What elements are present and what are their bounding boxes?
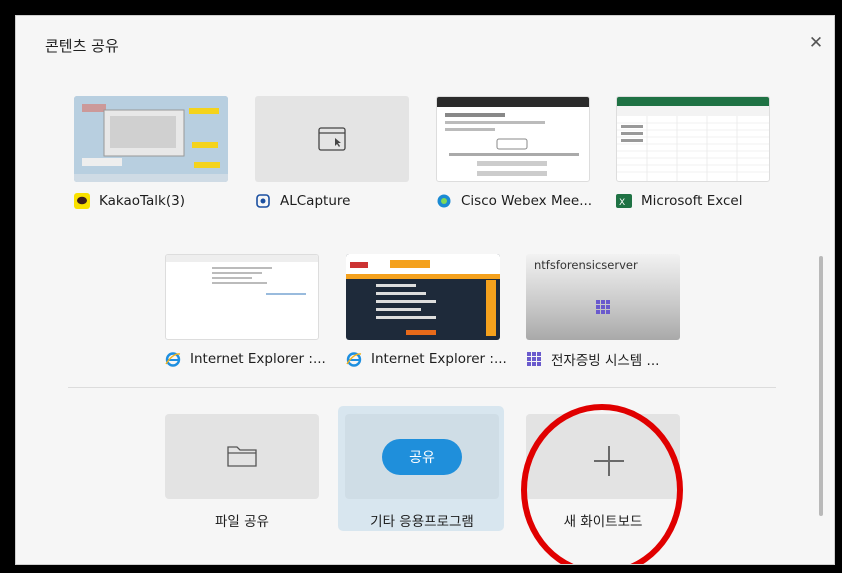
- window-thumbnail: [74, 96, 228, 182]
- folder-icon: [227, 446, 257, 467]
- window-name: KakaoTalk(3): [99, 193, 185, 209]
- share-button[interactable]: 공유: [382, 439, 462, 475]
- svg-text:X: X: [619, 198, 625, 208]
- grid-app-icon: [526, 351, 542, 367]
- share-content-dialog: 콘텐츠 공유 ✕ KakaoTalk(3) ALCapture Cisco We…: [15, 15, 835, 565]
- new-whiteboard-label: 새 화이트보드: [563, 514, 643, 530]
- file-share-label: 파일 공유: [215, 514, 269, 530]
- window-thumbnail: [616, 96, 770, 182]
- section-divider: [68, 387, 776, 388]
- window-label: Cisco Webex Mee...: [436, 191, 592, 211]
- window-label: 전자증빙 시스템 ...: [526, 349, 659, 369]
- window-thumbnail: [436, 96, 590, 182]
- window-label: Internet Explorer :...: [165, 349, 326, 369]
- window-name: 전자증빙 시스템 ...: [551, 353, 660, 369]
- close-icon[interactable]: ✕: [806, 33, 826, 53]
- scrollbar[interactable]: [819, 96, 823, 536]
- window-thumbnail: ntfsforensicserver: [526, 254, 680, 340]
- window-name: Internet Explorer :...: [371, 351, 507, 367]
- other-apps-label: 기타 응용프로그램: [370, 514, 474, 530]
- webex-icon: [436, 193, 452, 209]
- window-label: X Microsoft Excel: [616, 191, 743, 211]
- excel-icon: X: [616, 193, 632, 209]
- window-name: Internet Explorer :...: [190, 351, 326, 367]
- alcapture-icon: [255, 193, 271, 209]
- window-label: KakaoTalk(3): [74, 191, 185, 211]
- window-name: Microsoft Excel: [641, 193, 743, 209]
- window-thumbnail: [346, 254, 500, 340]
- kakaotalk-icon: [74, 193, 90, 209]
- window-label: ALCapture: [255, 191, 350, 211]
- plus-icon: [594, 446, 624, 476]
- window-label: Internet Explorer :...: [346, 349, 507, 369]
- window-name: Cisco Webex Mee...: [461, 193, 593, 209]
- scrollbar-thumb[interactable]: [819, 256, 823, 516]
- window-thumbnail: [165, 254, 319, 340]
- dialog-title: 콘텐츠 공유: [45, 37, 119, 55]
- window-thumbnail: [255, 96, 409, 182]
- file-share-tile[interactable]: [165, 414, 319, 499]
- ie-icon: [346, 351, 362, 367]
- ie-icon: [165, 351, 181, 367]
- window-name: ALCapture: [280, 193, 351, 209]
